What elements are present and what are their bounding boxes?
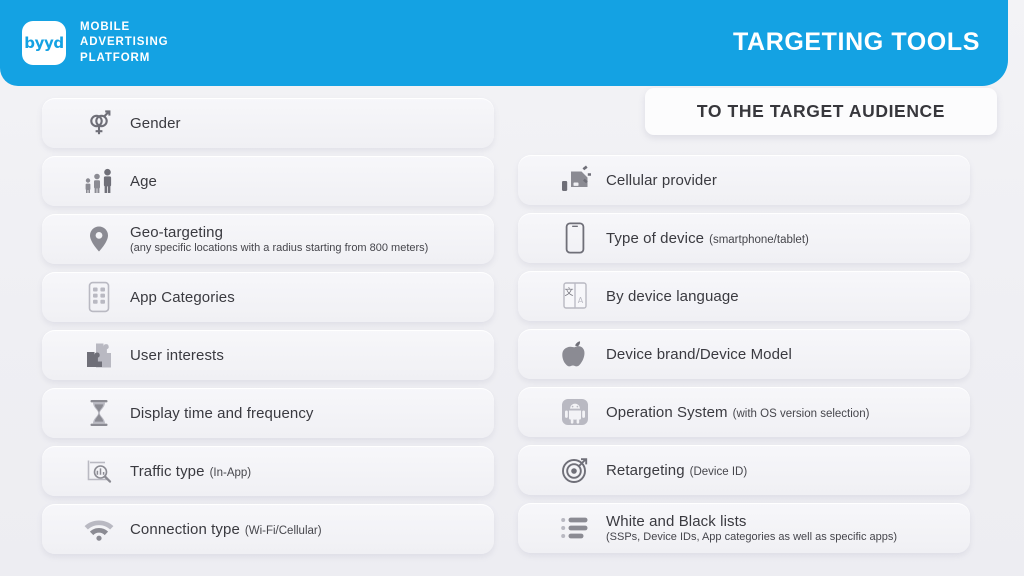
feature-card-text: User interests <box>126 347 224 364</box>
feature-card-title-row: Traffic type (In-App) <box>130 463 251 480</box>
feature-card-title: Geo-targeting <box>130 224 224 241</box>
byyd-logo-tile: byyd <box>22 21 66 65</box>
left-feature-column: Gender Age Geo-targeting (any specific lo… <box>42 98 494 562</box>
feature-card-text: Cellular provider <box>602 172 717 189</box>
wifi-signal-icon <box>72 516 126 542</box>
feature-card[interactable]: Connection type (Wi-Fi/Cellular) <box>42 504 494 554</box>
feature-card-inline-note: (smartphone/tablet) <box>709 233 809 246</box>
brand-line-1: MOBILE <box>80 20 131 33</box>
feature-card-inline-note: (Wi-Fi/Cellular) <box>244 524 322 537</box>
sim-card-antenna-icon <box>548 165 602 195</box>
svg-text:A: A <box>578 296 584 305</box>
feature-card-title-row: Operation System (with OS version selecti… <box>606 404 869 421</box>
map-pin-icon <box>72 224 126 254</box>
feature-card-text: Gender <box>126 115 181 132</box>
feature-card[interactable]: Geo-targeting (any specific locations wit… <box>42 214 494 264</box>
feature-card-text: Display time and frequency <box>126 405 314 422</box>
feature-card-title-row: Retargeting (Device ID) <box>606 462 747 479</box>
page-header: byyd MOBILE ADVERTISING PLATFORM TARGETI… <box>0 0 1008 86</box>
smartphone-icon <box>548 222 602 254</box>
feature-card[interactable]: Display time and frequency <box>42 388 494 438</box>
feature-card-text: Type of device (smartphone/tablet) <box>602 230 809 247</box>
feature-card-title-row: By device language <box>606 288 739 305</box>
feature-card-inline-note: (Device ID) <box>689 465 748 478</box>
feature-card-title-row: App Categories <box>130 289 235 306</box>
feature-card-text: Age <box>126 173 157 190</box>
feature-card-title: Age <box>130 172 157 190</box>
feature-card[interactable]: Gender <box>42 98 494 148</box>
feature-card-title-row: Device brand/Device Model <box>606 346 792 363</box>
brand-line-3: PLATFORM <box>80 51 151 64</box>
feature-card[interactable]: 文 A By device language <box>518 271 970 321</box>
feature-card-title: Device brand/Device Model <box>606 345 792 363</box>
feature-card-inline-note: (In-App) <box>209 466 252 479</box>
page-title: TARGETING TOOLS <box>733 28 980 56</box>
apple-fruit-icon <box>548 339 602 369</box>
feature-card-title: User interests <box>130 346 224 364</box>
feature-card[interactable]: White and Black lists (SSPs, Device IDs, … <box>518 503 970 553</box>
brand-lockup: byyd MOBILE ADVERTISING PLATFORM <box>22 20 169 67</box>
feature-card-title: Connection type <box>130 520 240 538</box>
feature-card-text: Operation System (with OS version selecti… <box>602 404 869 421</box>
feature-card-title: Cellular provider <box>606 171 717 189</box>
feature-card-text: Retargeting (Device ID) <box>602 462 747 479</box>
feature-card-title-row: Display time and frequency <box>130 405 314 422</box>
feature-card-title-row: Connection type (Wi-Fi/Cellular) <box>130 521 322 538</box>
feature-card-text: App Categories <box>126 289 235 306</box>
feature-card-title-row: Type of device (smartphone/tablet) <box>606 230 809 247</box>
feature-card-title: Type of device <box>606 229 705 247</box>
people-ages-icon <box>72 166 126 196</box>
feature-card-subtitle: (any specific locations with a radius st… <box>130 242 429 254</box>
bulleted-list-icon <box>548 516 602 540</box>
feature-card[interactable]: Retargeting (Device ID) <box>518 445 970 495</box>
feature-card[interactable]: User interests <box>42 330 494 380</box>
feature-card-text: Connection type (Wi-Fi/Cellular) <box>126 521 322 538</box>
translate-language-icon: 文 A <box>548 281 602 311</box>
feature-card-text: Geo-targeting (any specific locations wit… <box>126 224 428 254</box>
feature-card[interactable]: App Categories <box>42 272 494 322</box>
byyd-logo-wordmark: byyd <box>24 33 64 52</box>
svg-text:文: 文 <box>564 286 573 298</box>
puzzle-piece-icon <box>72 340 126 370</box>
hourglass-icon <box>72 398 126 428</box>
feature-card[interactable]: Traffic type (In-App) <box>42 446 494 496</box>
brand-tagline: MOBILE ADVERTISING PLATFORM <box>80 20 169 67</box>
feature-card-title: Traffic type <box>130 462 205 480</box>
feature-card-title: White and Black lists <box>606 513 747 530</box>
feature-card[interactable]: Operation System (with OS version selecti… <box>518 387 970 437</box>
subtitle-badge: TO THE TARGET AUDIENCE <box>645 88 997 135</box>
feature-card-title: Gender <box>130 114 181 132</box>
feature-card-title-row: Cellular provider <box>606 172 717 189</box>
feature-card-text: Device brand/Device Model <box>602 346 792 363</box>
subtitle-badge-text: TO THE TARGET AUDIENCE <box>696 101 946 121</box>
feature-card[interactable]: Type of device (smartphone/tablet) <box>518 213 970 263</box>
feature-card-title-row: User interests <box>130 347 224 364</box>
feature-card-inline-note: (with OS version selection) <box>732 407 870 420</box>
feature-card-text: Traffic type (In-App) <box>126 463 251 480</box>
right-feature-column: Cellular provider Type of device (smartph… <box>518 155 970 561</box>
android-robot-icon <box>548 397 602 427</box>
feature-card-title: Retargeting <box>606 461 685 479</box>
feature-card[interactable]: Age <box>42 156 494 206</box>
feature-card-title: Display time and frequency <box>130 404 314 422</box>
feature-card-title-row: Gender <box>130 115 181 132</box>
feature-card-title: App Categories <box>130 288 235 306</box>
feature-card-text: White and Black lists (SSPs, Device IDs, … <box>602 513 897 543</box>
feature-card-title-row: Geo-targeting <box>130 224 428 241</box>
target-bullseye-icon <box>548 455 602 485</box>
feature-card[interactable]: Cellular provider <box>518 155 970 205</box>
brand-line-2: ADVERTISING <box>80 36 169 49</box>
feature-card-text: By device language <box>602 288 739 305</box>
feature-card-subtitle: (SSPs, Device IDs, App categories as wel… <box>606 531 898 543</box>
feature-card-title: By device language <box>606 287 739 305</box>
feature-card-title: Operation System <box>606 403 728 421</box>
magnifier-chart-icon <box>72 456 126 486</box>
gender-symbols-icon <box>72 108 126 138</box>
feature-card[interactable]: Device brand/Device Model <box>518 329 970 379</box>
feature-card-title-row: White and Black lists <box>606 513 897 530</box>
phone-app-grid-icon <box>72 281 126 313</box>
feature-card-title-row: Age <box>130 173 157 190</box>
